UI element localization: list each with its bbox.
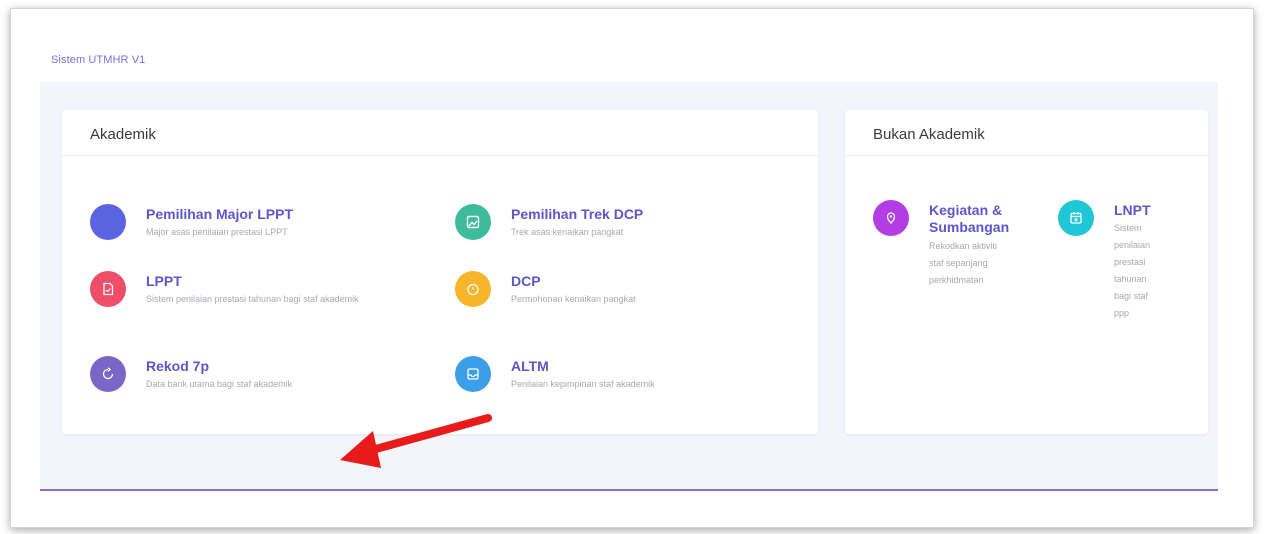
annotation-arrow-icon [340, 414, 492, 468]
